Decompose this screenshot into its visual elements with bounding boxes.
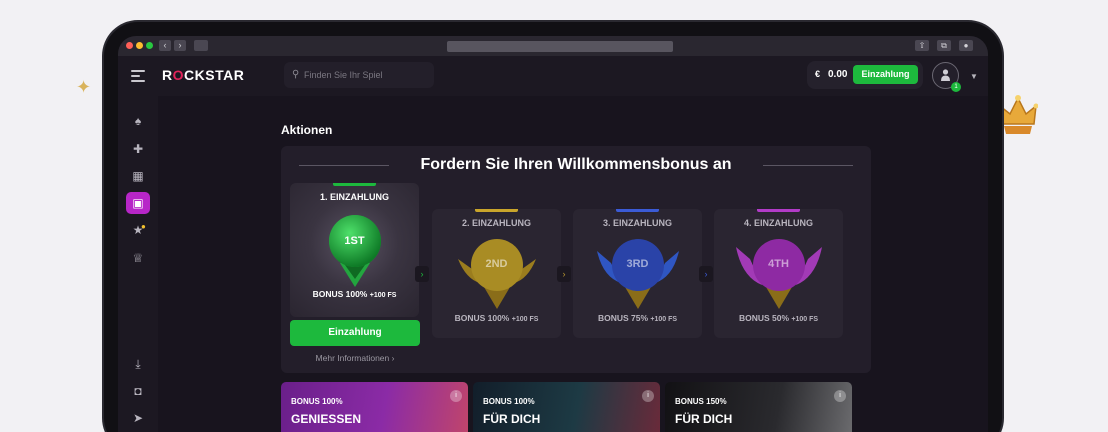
logo[interactable]: ROCKSTAR xyxy=(162,67,244,83)
card-subtitle: BONUS 100% xyxy=(483,397,535,406)
bonus-percent: BONUS 50% xyxy=(738,313,790,323)
info-icon[interactable]: i xyxy=(642,390,654,402)
browser-chrome: ‹ › ⇧ ⧉ ● xyxy=(118,36,988,56)
search-input[interactable]: ⚲ Finden Sie Ihr Spiel xyxy=(284,62,434,88)
deposit-button[interactable]: Einzahlung xyxy=(290,320,420,346)
info-icon[interactable]: i xyxy=(834,390,846,402)
spade-icon[interactable]: ♠ xyxy=(126,110,150,132)
free-spins: +100 FS xyxy=(650,316,678,323)
step-indicator xyxy=(616,209,659,212)
welcome-bonus-panel: Fordern Sie Ihren Willkommensbonus an 1.… xyxy=(281,146,871,373)
logo-text-start: R xyxy=(162,67,173,83)
step-indicator xyxy=(475,209,518,212)
card-title: FÜR DICH xyxy=(675,412,733,426)
medal-4th-icon xyxy=(736,239,822,309)
star-icon[interactable]: ★ xyxy=(126,219,150,241)
gift-icon[interactable]: ▣ xyxy=(126,192,150,214)
app-header: ROCKSTAR ⚲ Finden Sie Ihr Spiel € 0.00 E… xyxy=(118,56,988,96)
free-spins: +100 FS xyxy=(369,292,397,299)
bonus-label: BONUS 100% +100 FS xyxy=(290,289,419,299)
telegram-icon[interactable]: ➤ xyxy=(126,407,150,429)
free-spins: +100 FS xyxy=(511,316,539,323)
bonus-percent: BONUS 100% xyxy=(454,313,510,323)
sidebar-toggle-icon[interactable] xyxy=(194,40,208,51)
deposit-step-1[interactable]: 1. EINZAHLUNG 1ST BONUS 100% +100 FS xyxy=(290,183,419,317)
trophy-icon[interactable]: ♕ xyxy=(126,247,150,269)
download-indicator-icon[interactable]: ● xyxy=(959,40,973,51)
tabs-icon[interactable]: ⧉ xyxy=(937,40,951,51)
card-subtitle: BONUS 100% xyxy=(291,397,343,406)
close-window-button[interactable] xyxy=(126,42,133,49)
maximize-window-button[interactable] xyxy=(146,42,153,49)
bonus-label: BONUS 100% +100 FS xyxy=(432,313,561,323)
deposit-step-4[interactable]: 4. EINZAHLUNG 4TH BONUS 50% +100 FS xyxy=(714,209,843,338)
search-icon: ⚲ xyxy=(292,69,300,80)
screen: ‹ › ⇧ ⧉ ● ROCKSTAR ⚲ Finden Sie Ihr Spie… xyxy=(118,36,988,432)
search-placeholder: Finden Sie Ihr Spiel xyxy=(304,70,383,80)
free-spins: +100 FS xyxy=(791,316,819,323)
bonus-percent: BONUS 75% xyxy=(597,313,649,323)
medal-2nd-icon xyxy=(458,239,536,309)
avatar[interactable]: 1 xyxy=(932,62,961,92)
page-title: Aktionen xyxy=(281,123,333,137)
chevron-right-icon: › xyxy=(415,266,429,282)
crown-icon xyxy=(998,95,1038,134)
step-indicator xyxy=(757,209,800,212)
chevron-right-icon: › xyxy=(557,266,571,282)
bonus-label: BONUS 50% +100 FS xyxy=(714,313,843,323)
menu-icon[interactable] xyxy=(131,70,145,82)
deposit-step-3[interactable]: 3. EINZAHLUNG 3RD BONUS 75% +100 FS xyxy=(573,209,702,338)
step-label: 4. EINZAHLUNG xyxy=(743,218,813,228)
card-subtitle: BONUS 150% xyxy=(675,397,727,406)
sparkle-icon: ✦ xyxy=(76,77,92,97)
chevron-right-icon: › xyxy=(699,266,713,282)
share-icon[interactable]: ⇧ xyxy=(915,40,929,51)
promo-card[interactable]: BONUS 150% FÜR DICH i xyxy=(665,382,852,432)
card-title: FÜR DICH xyxy=(483,412,541,426)
medal-label: 4TH xyxy=(768,258,789,270)
more-info-link[interactable]: Mehr Informationen › xyxy=(290,353,420,363)
sidebar: ♠ ✚ ▦ ▣ ★ ● ♕ ⤓ ◘ ➤ xyxy=(118,96,158,432)
address-bar[interactable] xyxy=(447,41,673,52)
welcome-title: Fordern Sie Ihren Willkommensbonus an xyxy=(420,156,732,173)
notification-badge: 1 xyxy=(951,82,961,92)
medal-label: 2ND xyxy=(485,258,508,270)
more-info-label: Mehr Informationen xyxy=(315,353,390,363)
medal-1st-icon xyxy=(329,215,381,287)
deposit-step-2[interactable]: 2. EINZAHLUNG 2ND BONUS 100% +100 FS xyxy=(432,209,561,338)
medal-label: 1ST xyxy=(344,235,365,247)
bonus-label: BONUS 75% +100 FS xyxy=(573,313,702,323)
step-label: 1. EINZAHLUNG xyxy=(319,192,389,202)
promo-card[interactable]: BONUS 100% FÜR DICH i xyxy=(473,382,660,432)
currency-icon: € xyxy=(815,69,821,79)
bonus-percent: BONUS 100% xyxy=(312,289,368,299)
puzzle-icon[interactable]: ✚ xyxy=(126,138,150,160)
balance: 0.00 xyxy=(828,69,848,80)
logo-text-o: O xyxy=(172,67,185,83)
header-deposit-button[interactable]: Einzahlung xyxy=(853,65,918,84)
medal-label: 3RD xyxy=(626,258,649,270)
info-icon[interactable]: i xyxy=(450,390,462,402)
minimize-window-button[interactable] xyxy=(136,42,143,49)
card-title: GENIESSEN xyxy=(291,412,362,426)
download-icon[interactable]: ⤓ xyxy=(126,353,150,375)
logo-text-end: CKSTAR xyxy=(184,67,245,83)
forward-icon[interactable]: › xyxy=(174,40,186,51)
lock-icon: ● xyxy=(141,222,146,231)
chevron-down-icon[interactable]: ▼ xyxy=(970,72,978,81)
step-label: 3. EINZAHLUNG xyxy=(602,218,672,228)
wallet: € 0.00 Einzahlung xyxy=(807,61,923,89)
medal-3rd-icon xyxy=(597,239,679,309)
back-icon[interactable]: ‹ xyxy=(159,40,171,51)
user-icon xyxy=(941,69,950,81)
step-label: 2. EINZAHLUNG xyxy=(461,218,531,228)
grid-icon[interactable]: ▦ xyxy=(126,165,150,187)
step-indicator xyxy=(333,183,376,186)
instagram-icon[interactable]: ◘ xyxy=(126,380,150,402)
promo-card[interactable]: BONUS 100% GENIESSEN i xyxy=(281,382,468,432)
